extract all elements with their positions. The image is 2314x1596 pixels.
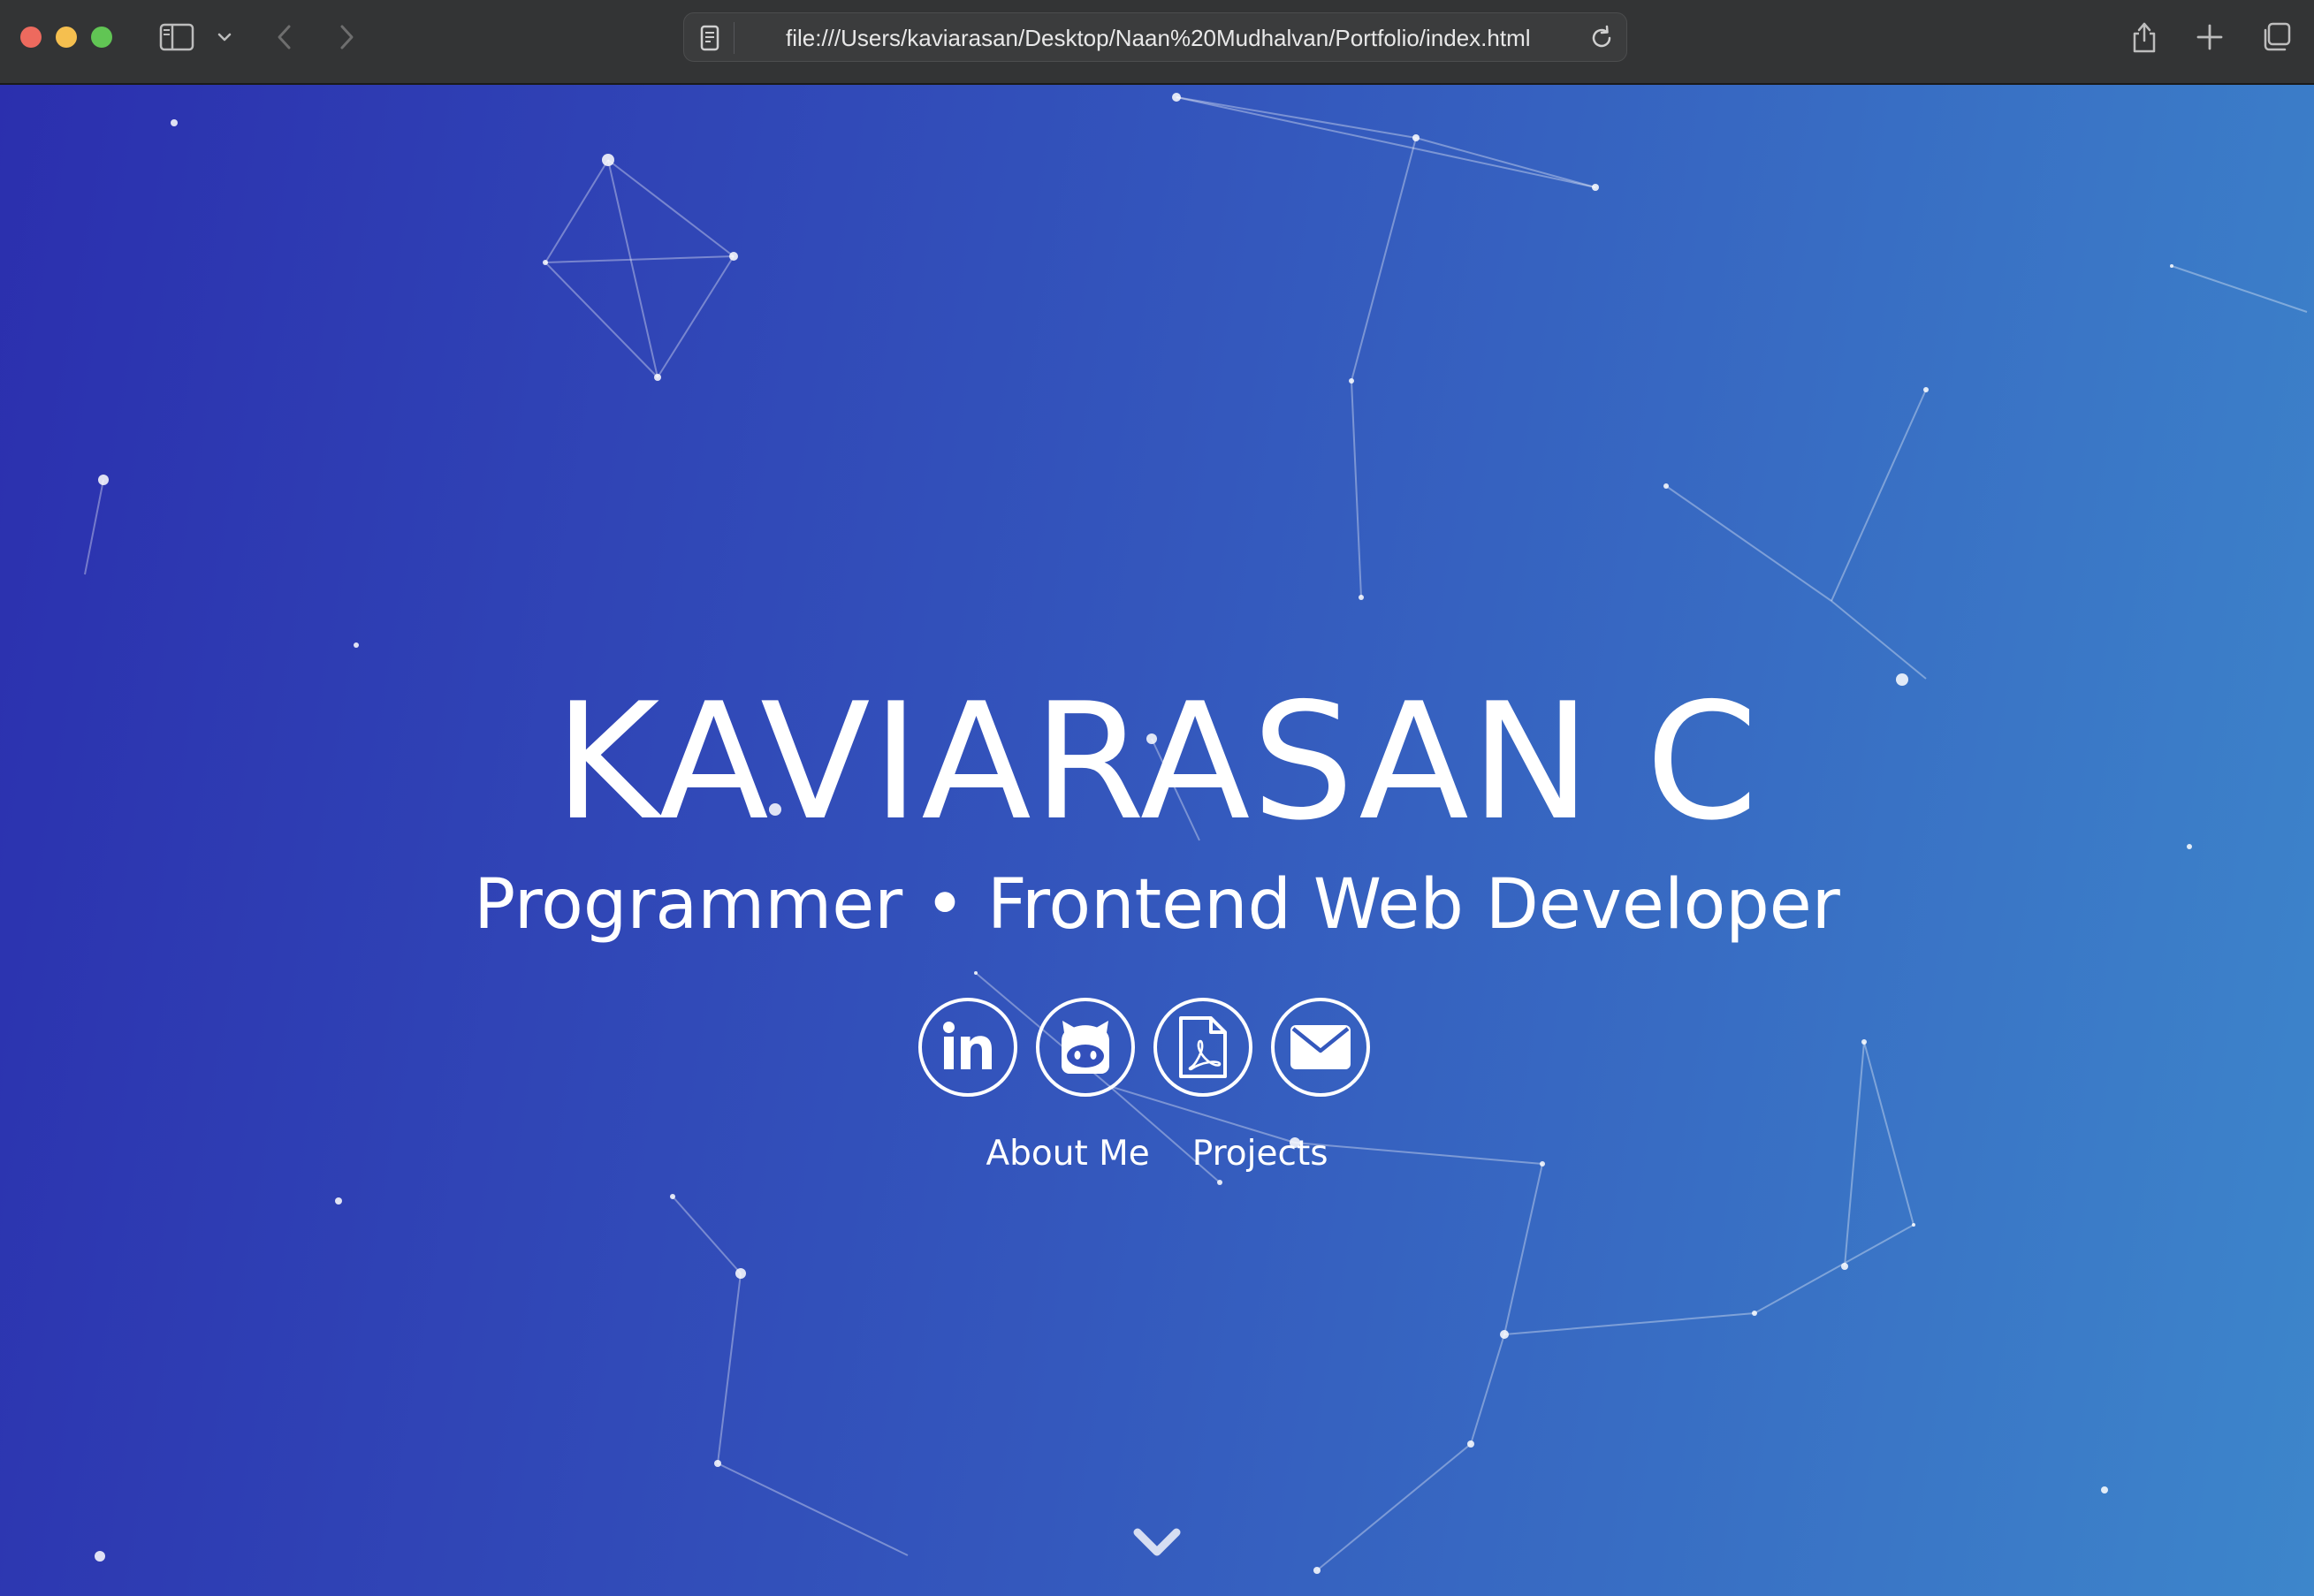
hero-name: KAVIARASAN C xyxy=(554,668,1760,855)
portfolio-page: KAVIARASAN C Programmer • Frontend Web D… xyxy=(0,85,2314,1596)
minimize-window-button[interactable] xyxy=(56,27,77,48)
tabs-icon[interactable] xyxy=(2258,18,2294,57)
linkedin-button[interactable] xyxy=(918,998,1017,1097)
address-divider xyxy=(734,22,735,54)
hero-section: KAVIARASAN C Programmer • Frontend Web D… xyxy=(0,85,2314,1596)
browser-toolbar: file:///Users/kaviarasan/Desktop/Naan%20… xyxy=(0,0,2314,85)
projects-link[interactable]: Projects xyxy=(1192,1130,1328,1178)
sidebar-icon[interactable] xyxy=(157,18,196,57)
back-arrow-icon[interactable] xyxy=(270,18,299,57)
social-links xyxy=(918,998,1370,1097)
linkedin-icon xyxy=(943,1022,992,1069)
resume-pdf-button[interactable] xyxy=(1153,998,1252,1097)
reload-icon[interactable] xyxy=(1587,24,1616,56)
about-me-link[interactable]: About Me xyxy=(986,1130,1149,1178)
email-button[interactable] xyxy=(1271,998,1370,1097)
share-icon[interactable] xyxy=(2127,18,2162,57)
hero-nav: About Me Projects xyxy=(0,1130,2314,1178)
github-icon xyxy=(1062,1021,1109,1074)
pdf-resume-icon xyxy=(1179,1016,1227,1078)
url-text[interactable]: file:///Users/kaviarasan/Desktop/Naan%20… xyxy=(786,13,1531,63)
github-button[interactable] xyxy=(1036,998,1135,1097)
browser-window: file:///Users/kaviarasan/Desktop/Naan%20… xyxy=(0,0,2314,1596)
chevron-down-icon xyxy=(1133,1528,1181,1556)
address-bar[interactable]: file:///Users/kaviarasan/Desktop/Naan%20… xyxy=(683,12,1627,62)
plus-icon[interactable] xyxy=(2192,18,2227,57)
chevron-down-icon[interactable] xyxy=(214,18,235,57)
scroll-down-button[interactable] xyxy=(1130,1525,1184,1564)
hero-tagline: Programmer • Frontend Web Developer xyxy=(474,865,1840,945)
email-icon xyxy=(1290,1025,1351,1069)
page-icon xyxy=(700,25,719,55)
zoom-window-button[interactable] xyxy=(91,27,112,48)
close-window-button[interactable] xyxy=(20,27,42,48)
forward-arrow-icon[interactable] xyxy=(332,18,361,57)
